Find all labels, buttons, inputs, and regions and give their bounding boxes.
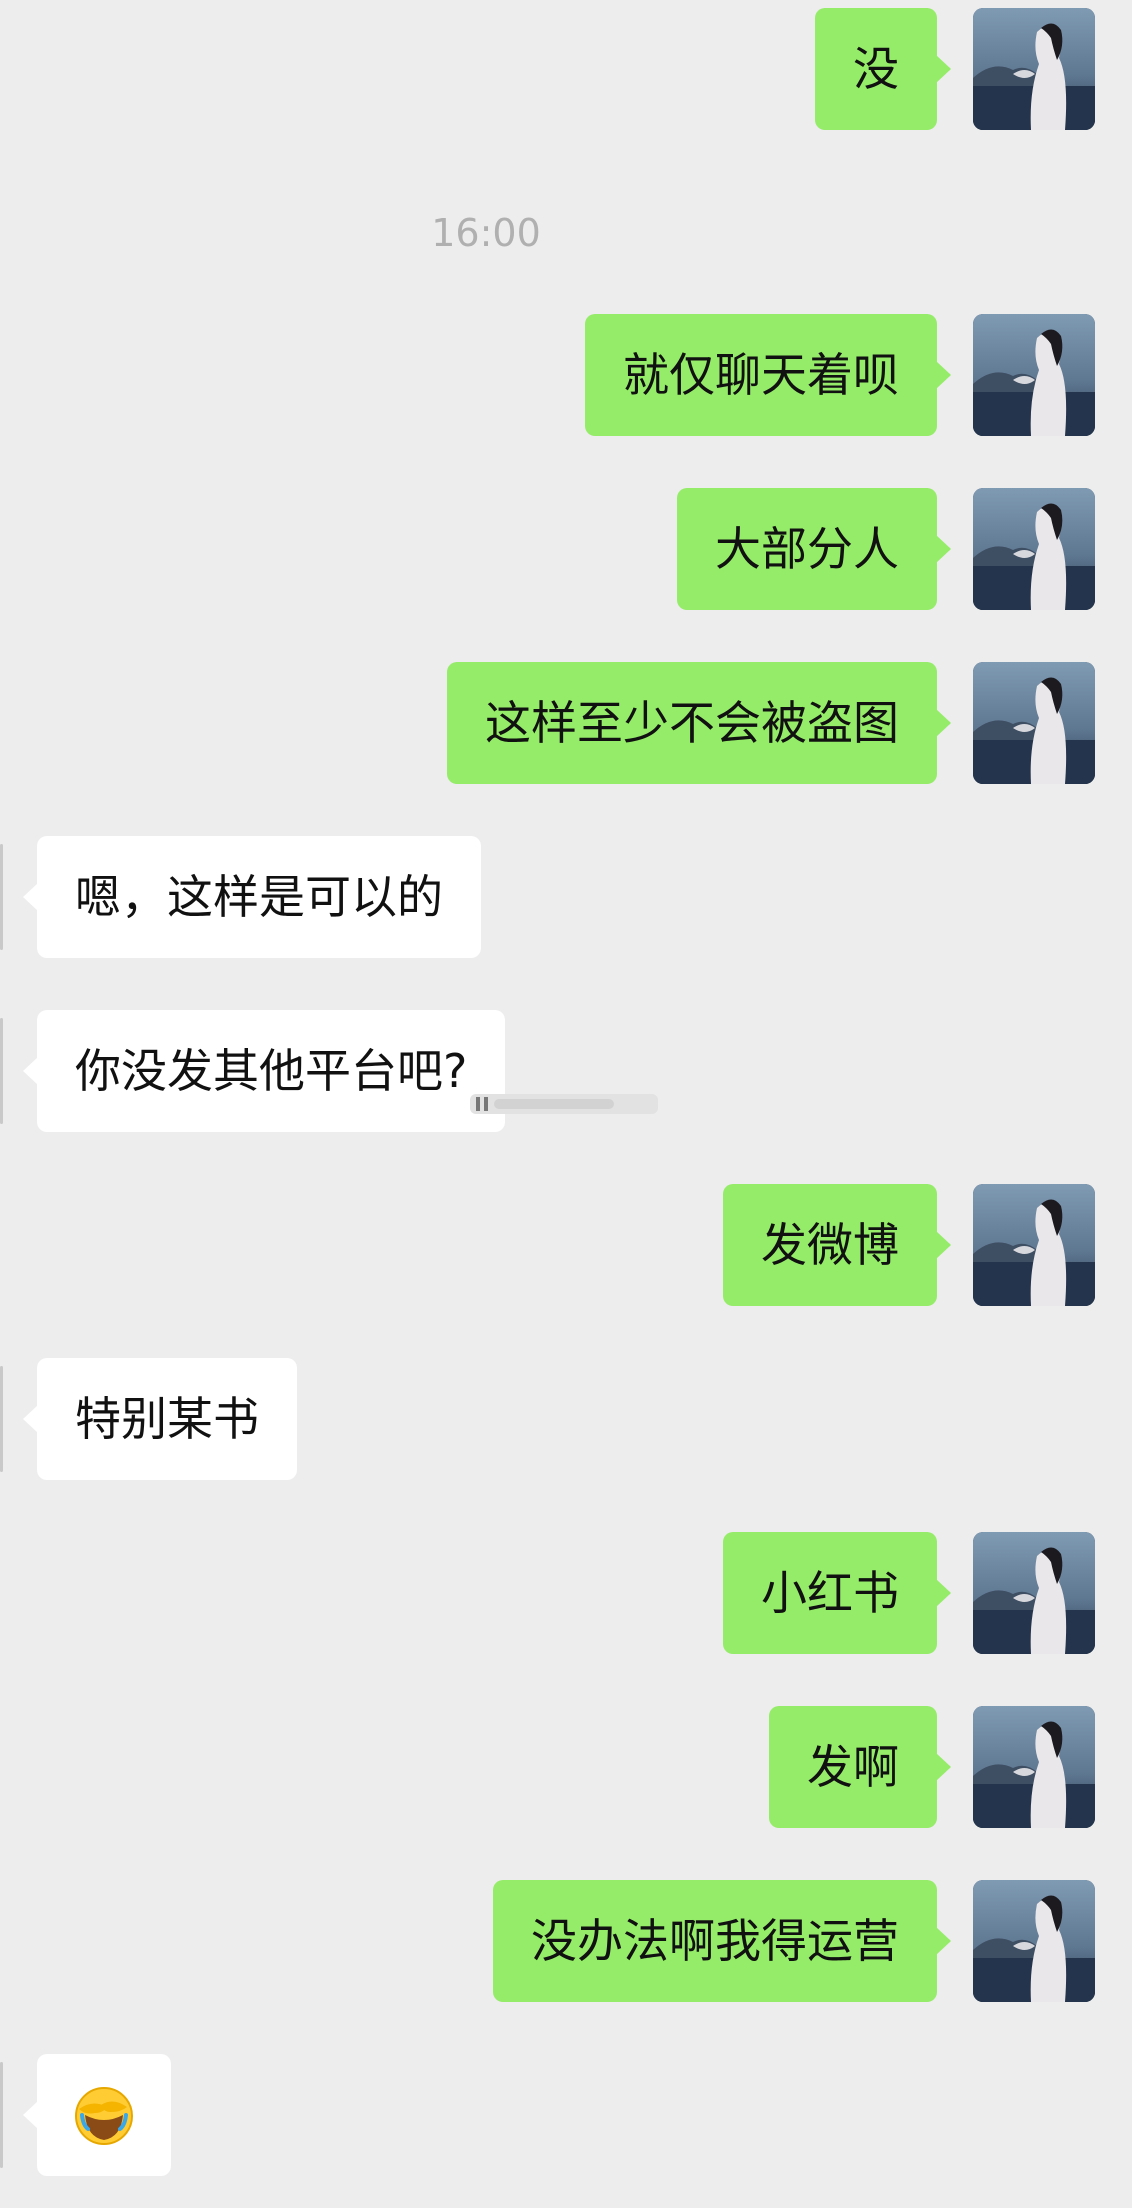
avatar-woman-seaside-icon [973,8,1095,130]
message-bubble-outgoing[interactable]: 没办法啊我得运营 [493,1880,951,2002]
avatar-woman-seaside-icon [973,314,1095,436]
message-bubble-outgoing[interactable]: 发微博 [723,1184,951,1306]
message-row: 嗯，这样是可以的 [0,836,1132,958]
avatar-woman-seaside-icon [973,1184,1095,1306]
message-row [0,2054,1132,2176]
message-bubble-incoming[interactable] [23,2054,171,2176]
message-bubble-outgoing[interactable]: 小红书 [723,1532,951,1654]
message-row: 就仅聊天着呗 [0,314,1132,436]
message-row: 这样至少不会被盗图 [0,662,1132,784]
message-row: 没办法啊我得运营 [0,1880,1132,2002]
message-row: 大部分人 [0,488,1132,610]
avatar[interactable] [973,1880,1095,2002]
crying-face-with-hand-emoji [75,2086,133,2145]
watermark-dots [470,1094,658,1114]
bubble-edge-divider [0,1366,3,1472]
avatar[interactable] [973,488,1095,610]
avatar[interactable] [973,1706,1095,1828]
chat-area: 没 16:00 就仅聊天着呗 大部分人 这样至少不会被盗图 嗯，这样是可以的 你… [0,0,1132,2208]
avatar[interactable] [973,8,1095,130]
avatar-woman-seaside-icon [973,1532,1095,1654]
message-row: 发啊 [0,1706,1132,1828]
message-bubble-outgoing[interactable]: 大部分人 [677,488,951,610]
message-row: 小红书 [0,1532,1132,1654]
avatar-woman-seaside-icon [973,488,1095,610]
avatar[interactable] [973,1532,1095,1654]
message-bubble-outgoing[interactable]: 没 [815,8,951,130]
bubble-edge-divider [0,2062,3,2168]
avatar[interactable] [973,1184,1095,1306]
message-bubble-incoming[interactable]: 特别某书 [23,1358,297,1480]
avatar[interactable] [973,314,1095,436]
message-bubble-outgoing[interactable]: 这样至少不会被盗图 [447,662,951,784]
message-bubble-incoming[interactable]: 你没发其他平台吧? [22,1010,506,1132]
message-row: 发微博 [0,1184,1132,1306]
avatar-woman-seaside-icon [973,662,1095,784]
message-row: 特别某书 [0,1358,1132,1480]
avatar-woman-seaside-icon [973,1880,1095,2002]
message-bubble-incoming[interactable]: 嗯，这样是可以的 [23,836,481,958]
avatar-woman-seaside-icon [973,1706,1095,1828]
avatar[interactable] [973,662,1095,784]
message-timestamp: 16:00 [431,211,541,255]
message-row: 没 [0,8,1132,130]
bubble-edge-divider [0,844,3,950]
message-bubble-outgoing[interactable]: 发啊 [769,1706,951,1828]
message-bubble-outgoing[interactable]: 就仅聊天着呗 [585,314,951,436]
bubble-edge-divider [0,1018,3,1124]
